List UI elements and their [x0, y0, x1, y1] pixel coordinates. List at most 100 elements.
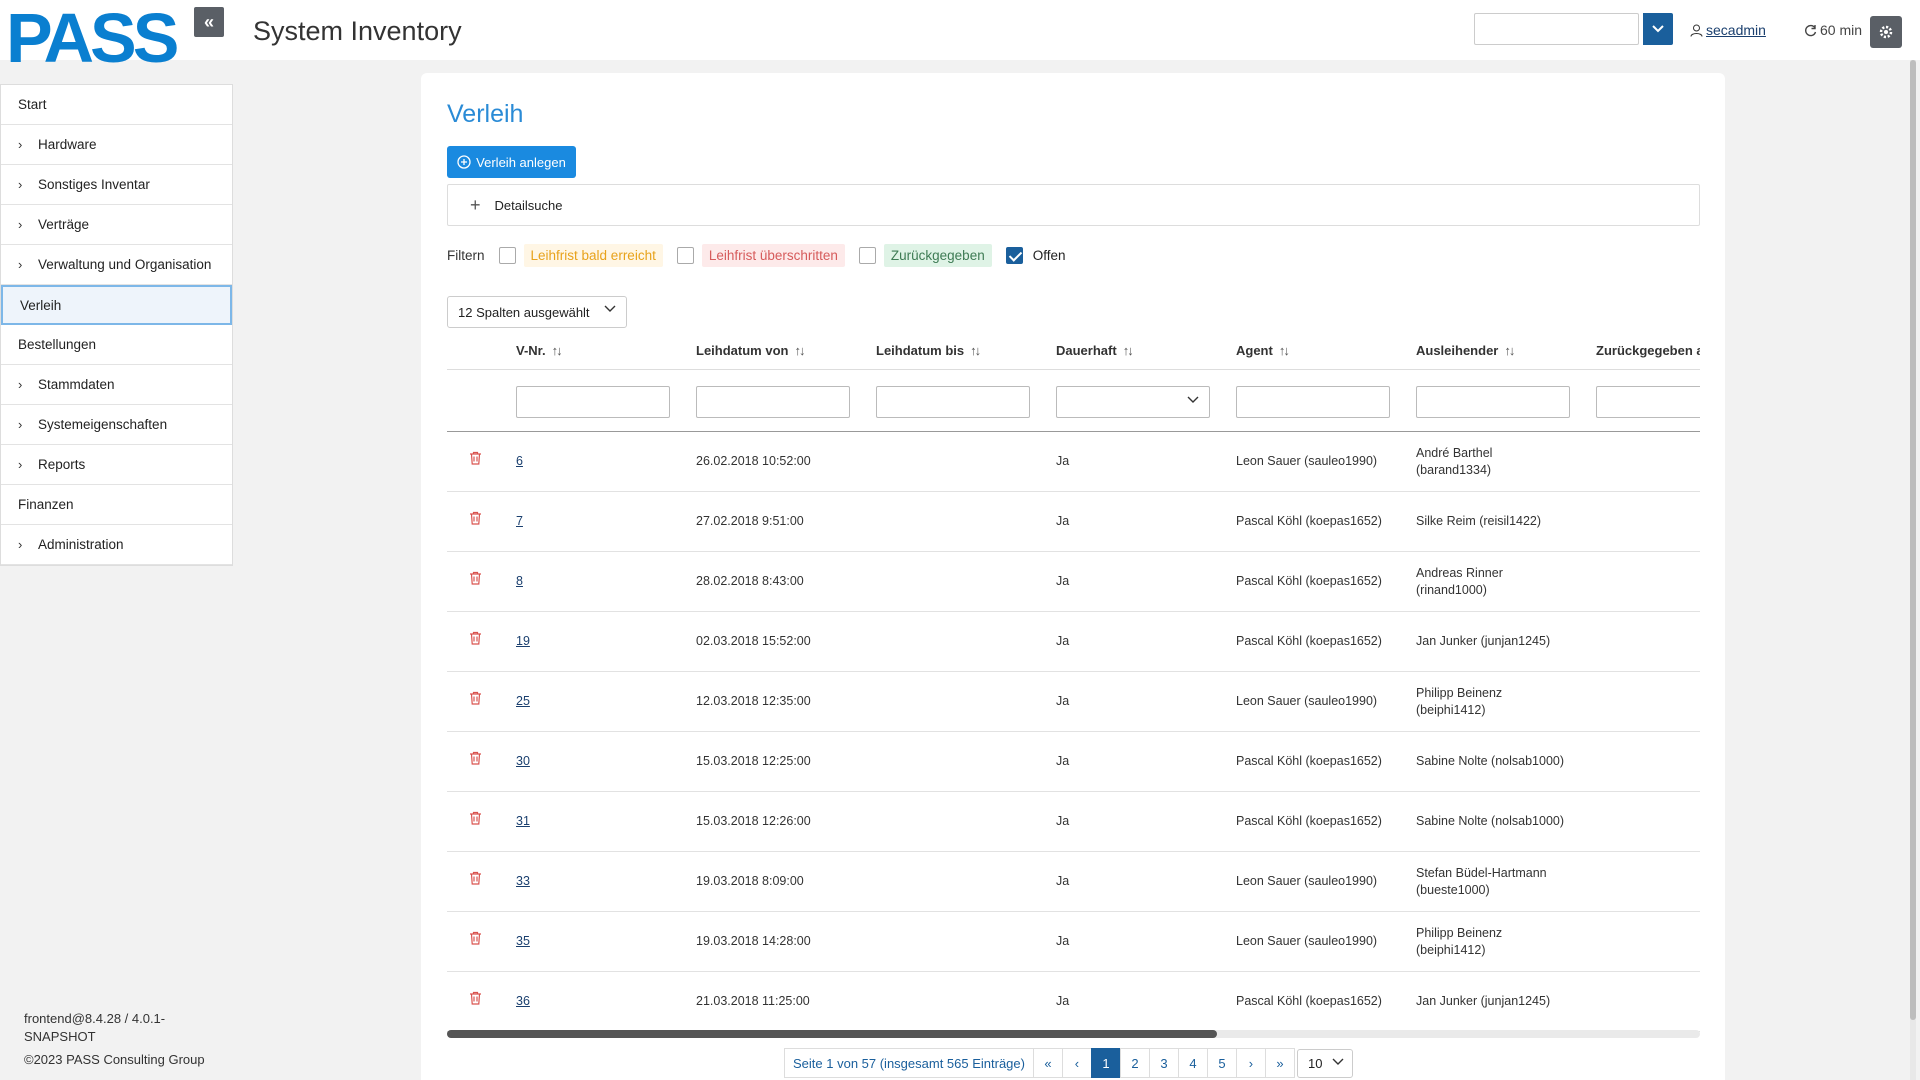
version-line-1: frontend@8.4.28 / 4.0.1-	[24, 1011, 166, 1026]
loan-number-link[interactable]: 33	[516, 874, 530, 888]
last-page-button[interactable]: »	[1264, 1048, 1295, 1078]
column-header-vnr[interactable]: V-Nr. ↑↓	[516, 343, 563, 358]
sidebar-item-hardware[interactable]: › Hardware	[1, 125, 232, 165]
loan-number-link[interactable]: 31	[516, 814, 530, 828]
filter-checkbox-overdue[interactable]	[676, 246, 694, 264]
trash-icon[interactable]	[469, 451, 482, 465]
borrower-value: Sabine Nolte (nolsab1000)	[1416, 813, 1564, 830]
column-header-zurueckgegeben[interactable]: Zurückgegeben a	[1596, 343, 1700, 358]
agent-value: Pascal Köhl (koepas1652)	[1236, 754, 1382, 768]
filter-due-soon-label[interactable]: Leihfrist bald erreicht	[523, 243, 663, 267]
loan-number-link[interactable]: 36	[516, 994, 530, 1008]
sort-icon[interactable]: ↑↓	[552, 343, 563, 358]
sidebar-item-verwaltung[interactable]: › Verwaltung und Organisation	[1, 245, 232, 285]
borrower-id: (bueste1000)	[1416, 883, 1490, 897]
column-header-agent[interactable]: Agent ↑↓	[1236, 343, 1290, 358]
loan-date-from: 19.03.2018 8:09:00	[696, 874, 804, 888]
sidebar-item-systemeigenschaften[interactable]: › Systemeigenschaften	[1, 405, 232, 445]
detail-search-toggle[interactable]: + Detailsuche	[447, 184, 1700, 226]
user-link[interactable]: secadmin	[1690, 22, 1766, 38]
columns-select[interactable]: 12 Spalten ausgewählt	[447, 296, 627, 328]
sidebar-item-bestellungen[interactable]: Bestellungen	[1, 325, 232, 365]
sidebar-item-reports[interactable]: › Reports	[1, 445, 232, 485]
create-loan-button[interactable]: Verleih anlegen	[447, 146, 576, 178]
table-row: 36 21.03.2018 11:25:00 Ja Pascal Köhl (koep…	[447, 972, 1700, 1032]
trash-icon[interactable]	[469, 751, 482, 765]
sort-icon[interactable]: ↑↓	[970, 343, 981, 358]
borrower-value: Jan Junker (junjan1245)	[1416, 993, 1550, 1010]
permanent-value: Ja	[1056, 934, 1070, 948]
filter-input-agent[interactable]	[1236, 386, 1390, 418]
page-button-4[interactable]: 4	[1177, 1048, 1208, 1078]
page-button-3[interactable]: 3	[1148, 1048, 1179, 1078]
filter-input-ausleihender[interactable]	[1416, 386, 1570, 418]
sort-icon[interactable]: ↑↓	[1123, 343, 1134, 358]
header-search-select[interactable]	[1474, 13, 1639, 45]
trash-icon[interactable]	[469, 931, 482, 945]
loan-number-link[interactable]: 30	[516, 754, 530, 768]
page-size-select[interactable]: 10	[1297, 1049, 1353, 1078]
first-page-button[interactable]: «	[1032, 1048, 1063, 1078]
horizontal-scrollbar-thumb[interactable]	[447, 1030, 1217, 1038]
filter-input-leihdatum-bis[interactable]	[876, 386, 1030, 418]
sidebar-item-administration[interactable]: › Administration	[1, 525, 232, 565]
agent-value: Pascal Köhl (koepas1652)	[1236, 814, 1382, 828]
sidebar-item-stammdaten[interactable]: › Stammdaten	[1, 365, 232, 405]
sidebar-item-vertraege[interactable]: › Verträge	[1, 205, 232, 245]
filter-returned-label[interactable]: Zurückgegeben	[883, 243, 992, 267]
column-header-leihdatum-bis[interactable]: Leihdatum bis ↑↓	[876, 343, 981, 358]
column-header-leihdatum-von[interactable]: Leihdatum von ↑↓	[696, 343, 805, 358]
column-header-dauerhaft[interactable]: Dauerhaft ↑↓	[1056, 343, 1134, 358]
vertical-scrollbar-thumb[interactable]	[1910, 60, 1916, 1020]
loan-number-link[interactable]: 8	[516, 574, 523, 588]
table-header: V-Nr. ↑↓ Leihdatum von ↑↓ Leihdatum bis ↑↓ …	[447, 327, 1700, 370]
column-header-ausleihender[interactable]: Ausleihender ↑↓	[1416, 343, 1515, 358]
sort-icon[interactable]: ↑↓	[1504, 343, 1515, 358]
trash-icon[interactable]	[469, 571, 482, 585]
filter-select-dauerhaft[interactable]	[1056, 386, 1210, 418]
chevron-right-icon: ›	[18, 457, 23, 472]
trash-icon[interactable]	[469, 691, 482, 705]
header-select-dropdown-button[interactable]	[1643, 13, 1673, 45]
page-button-5[interactable]: 5	[1206, 1048, 1237, 1078]
filter-checkbox-due-soon[interactable]	[498, 246, 516, 264]
table-row: 30 15.03.2018 12:25:00 Ja Pascal Köhl (koep…	[447, 732, 1700, 792]
trash-icon[interactable]	[469, 511, 482, 525]
loan-number-link[interactable]: 6	[516, 454, 523, 468]
sidebar-item-start[interactable]: Start	[1, 85, 232, 125]
loan-number-link[interactable]: 35	[516, 934, 530, 948]
sidebar-item-verleih[interactable]: Verleih	[1, 285, 232, 325]
settings-button[interactable]	[1870, 16, 1902, 48]
chevron-right-icon: ›	[18, 177, 23, 192]
sort-icon[interactable]: ↑↓	[1279, 343, 1290, 358]
sidebar-item-sonstiges-inventar[interactable]: › Sonstiges Inventar	[1, 165, 232, 205]
loan-number-link[interactable]: 19	[516, 634, 530, 648]
borrower-value: Andreas Rinner (rinand1000)	[1416, 565, 1503, 599]
filter-checkbox-returned[interactable]	[858, 246, 876, 264]
loan-number-link[interactable]: 7	[516, 514, 523, 528]
filter-label: Filtern	[447, 247, 485, 263]
sidebar-item-finanzen[interactable]: Finanzen	[1, 485, 232, 525]
filter-checkbox-open[interactable]	[1005, 246, 1023, 264]
plus-icon: +	[470, 194, 481, 215]
filter-open-label[interactable]: Offen	[1031, 244, 1073, 267]
loan-number-link[interactable]: 25	[516, 694, 530, 708]
sort-icon[interactable]: ↑↓	[794, 343, 805, 358]
svg-text:PASS: PASS	[6, 6, 177, 66]
trash-icon[interactable]	[469, 631, 482, 645]
filter-input-zurueckgegeben[interactable]	[1596, 386, 1700, 418]
trash-icon[interactable]	[469, 811, 482, 825]
permanent-value: Ja	[1056, 634, 1070, 648]
trash-icon[interactable]	[469, 991, 482, 1005]
prev-page-button[interactable]: ‹	[1061, 1048, 1092, 1078]
filter-overdue-label[interactable]: Leihfrist überschritten	[701, 243, 845, 267]
filter-input-vnr[interactable]	[516, 386, 670, 418]
page-button-1[interactable]: 1	[1090, 1048, 1121, 1078]
chevron-right-icon: ›	[18, 257, 23, 272]
column-header-label: V-Nr.	[516, 343, 546, 358]
page-button-2[interactable]: 2	[1119, 1048, 1150, 1078]
trash-icon[interactable]	[469, 871, 482, 885]
collapse-sidebar-button[interactable]: «	[194, 7, 224, 37]
next-page-button[interactable]: ›	[1235, 1048, 1266, 1078]
filter-input-leihdatum-von[interactable]	[696, 386, 850, 418]
